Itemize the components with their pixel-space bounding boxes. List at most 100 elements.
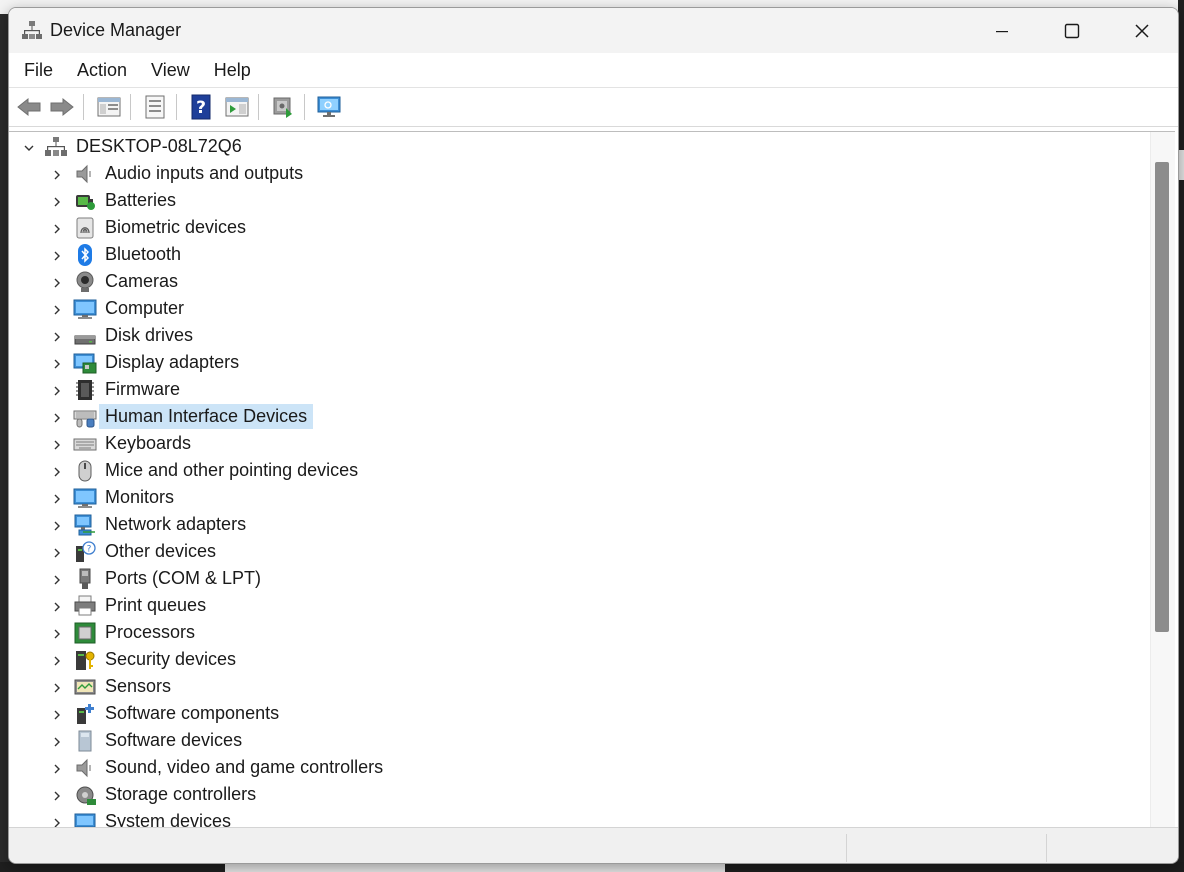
expand-icon[interactable] (49, 680, 65, 696)
expand-icon[interactable] (49, 707, 65, 723)
toolbar-separator (130, 94, 131, 120)
tree-item-label: Ports (COM & LPT) (105, 568, 262, 588)
battery-icon (76, 195, 95, 210)
title-bar[interactable]: Device Manager (9, 8, 1178, 53)
tree-item-label: Print queues (105, 595, 207, 615)
expand-icon[interactable] (49, 626, 65, 642)
toolbar-separator (304, 94, 305, 120)
expand-icon[interactable] (49, 275, 65, 291)
help-icon: ? (191, 94, 211, 120)
expand-icon[interactable] (49, 167, 65, 183)
expand-icon[interactable] (49, 653, 65, 669)
show-hide-console-tree-button[interactable] (95, 93, 123, 121)
expand-icon[interactable] (49, 356, 65, 372)
status-divider (846, 834, 847, 862)
monitor-button[interactable] (315, 93, 343, 121)
expand-icon[interactable] (49, 221, 65, 237)
expand-icon[interactable] (49, 599, 65, 615)
menu-bar: File Action View Help (9, 53, 1178, 88)
expand-icon[interactable] (49, 248, 65, 264)
expand-icon[interactable] (49, 572, 65, 588)
show-hide-action-pane-button[interactable] (223, 93, 251, 121)
maximize-icon (1064, 23, 1080, 38)
show-hide-action-pane-icon (225, 97, 249, 117)
expand-icon[interactable] (49, 383, 65, 399)
software-component-icon (77, 704, 94, 724)
computer-root-icon (45, 137, 67, 156)
device-tree[interactable]: DESKTOP-08L72Q6 Audio inputs and outputs… (9, 131, 1175, 828)
properties-icon (145, 95, 165, 119)
storage-controller-icon (76, 786, 96, 805)
help-button[interactable]: ? (187, 93, 215, 121)
svg-text:?: ? (196, 98, 206, 118)
menu-file[interactable]: File (9, 53, 65, 87)
collapse-icon[interactable] (21, 140, 37, 156)
menu-view[interactable]: View (139, 53, 202, 87)
show-hide-console-tree-icon (97, 97, 121, 117)
forward-button[interactable] (48, 93, 76, 121)
minimize-button[interactable] (967, 8, 1037, 53)
device-manager-window: Device Manager File Action View Help ? D… (8, 7, 1179, 864)
monitor-icon (73, 488, 97, 508)
keyboard-icon (73, 438, 97, 451)
tree-item-label: Bluetooth (105, 244, 182, 264)
expand-icon[interactable] (49, 302, 65, 318)
network-adapter-icon (74, 514, 95, 536)
toolbar: ? (9, 88, 1178, 127)
tree-item-label: Mice and other pointing devices (105, 460, 359, 480)
speaker-icon (76, 758, 91, 778)
expand-icon[interactable] (49, 761, 65, 777)
camera-icon (76, 271, 94, 292)
tree-item-label: Software devices (105, 730, 243, 750)
window-title: Device Manager (50, 20, 182, 40)
tree-item-label: Other devices (105, 541, 217, 561)
tree-item-label: Display adapters (105, 352, 240, 372)
expand-icon[interactable] (49, 194, 65, 210)
processor-icon (74, 622, 96, 644)
expand-icon[interactable] (49, 464, 65, 480)
expand-icon[interactable] (49, 518, 65, 534)
status-bar (9, 827, 1178, 863)
disk-drive-icon (74, 335, 96, 345)
forward-icon (50, 97, 74, 117)
tree-item-label: Biometric devices (105, 217, 247, 237)
toolbar-separator (176, 94, 177, 120)
expand-icon[interactable] (49, 410, 65, 426)
expand-icon[interactable] (49, 545, 65, 561)
properties-button[interactable] (141, 93, 169, 121)
svg-text:?: ? (87, 545, 92, 555)
sensor-icon (74, 679, 96, 695)
expand-icon[interactable] (49, 437, 65, 453)
root-label: DESKTOP-08L72Q6 (76, 136, 242, 156)
expand-icon[interactable] (49, 491, 65, 507)
minimize-icon (996, 30, 1008, 32)
maximize-button[interactable] (1037, 8, 1107, 53)
tree-item-label: Firmware (105, 379, 180, 399)
fingerprint-icon (76, 217, 94, 239)
tree-item-label: Audio inputs and outputs (105, 163, 304, 183)
tree-item-label: Batteries (105, 190, 177, 210)
system-device-icon (74, 813, 96, 828)
menu-help[interactable]: Help (202, 53, 263, 87)
device-manager-app-icon (22, 21, 42, 39)
tree-item-label: Storage controllers (105, 784, 257, 804)
scan-hardware-button[interactable] (269, 93, 297, 121)
tree-item-label: Security devices (105, 649, 237, 669)
back-button[interactable] (15, 93, 43, 121)
computer-icon (73, 299, 97, 319)
tree-item-label: System devices (105, 811, 232, 828)
expand-icon[interactable] (49, 329, 65, 345)
mouse-icon (78, 460, 92, 482)
close-button[interactable] (1107, 8, 1177, 53)
port-icon (79, 568, 91, 589)
scrollbar-thumb[interactable] (1155, 162, 1169, 632)
close-icon (1135, 23, 1149, 38)
speaker-icon (76, 164, 91, 184)
back-icon (17, 97, 41, 117)
expand-icon[interactable] (49, 734, 65, 750)
tree-item-label: Processors (105, 622, 196, 642)
menu-action[interactable]: Action (65, 53, 139, 87)
expand-icon[interactable] (49, 788, 65, 804)
tree-item-label: Sensors (105, 676, 172, 696)
security-key-icon (76, 651, 95, 670)
